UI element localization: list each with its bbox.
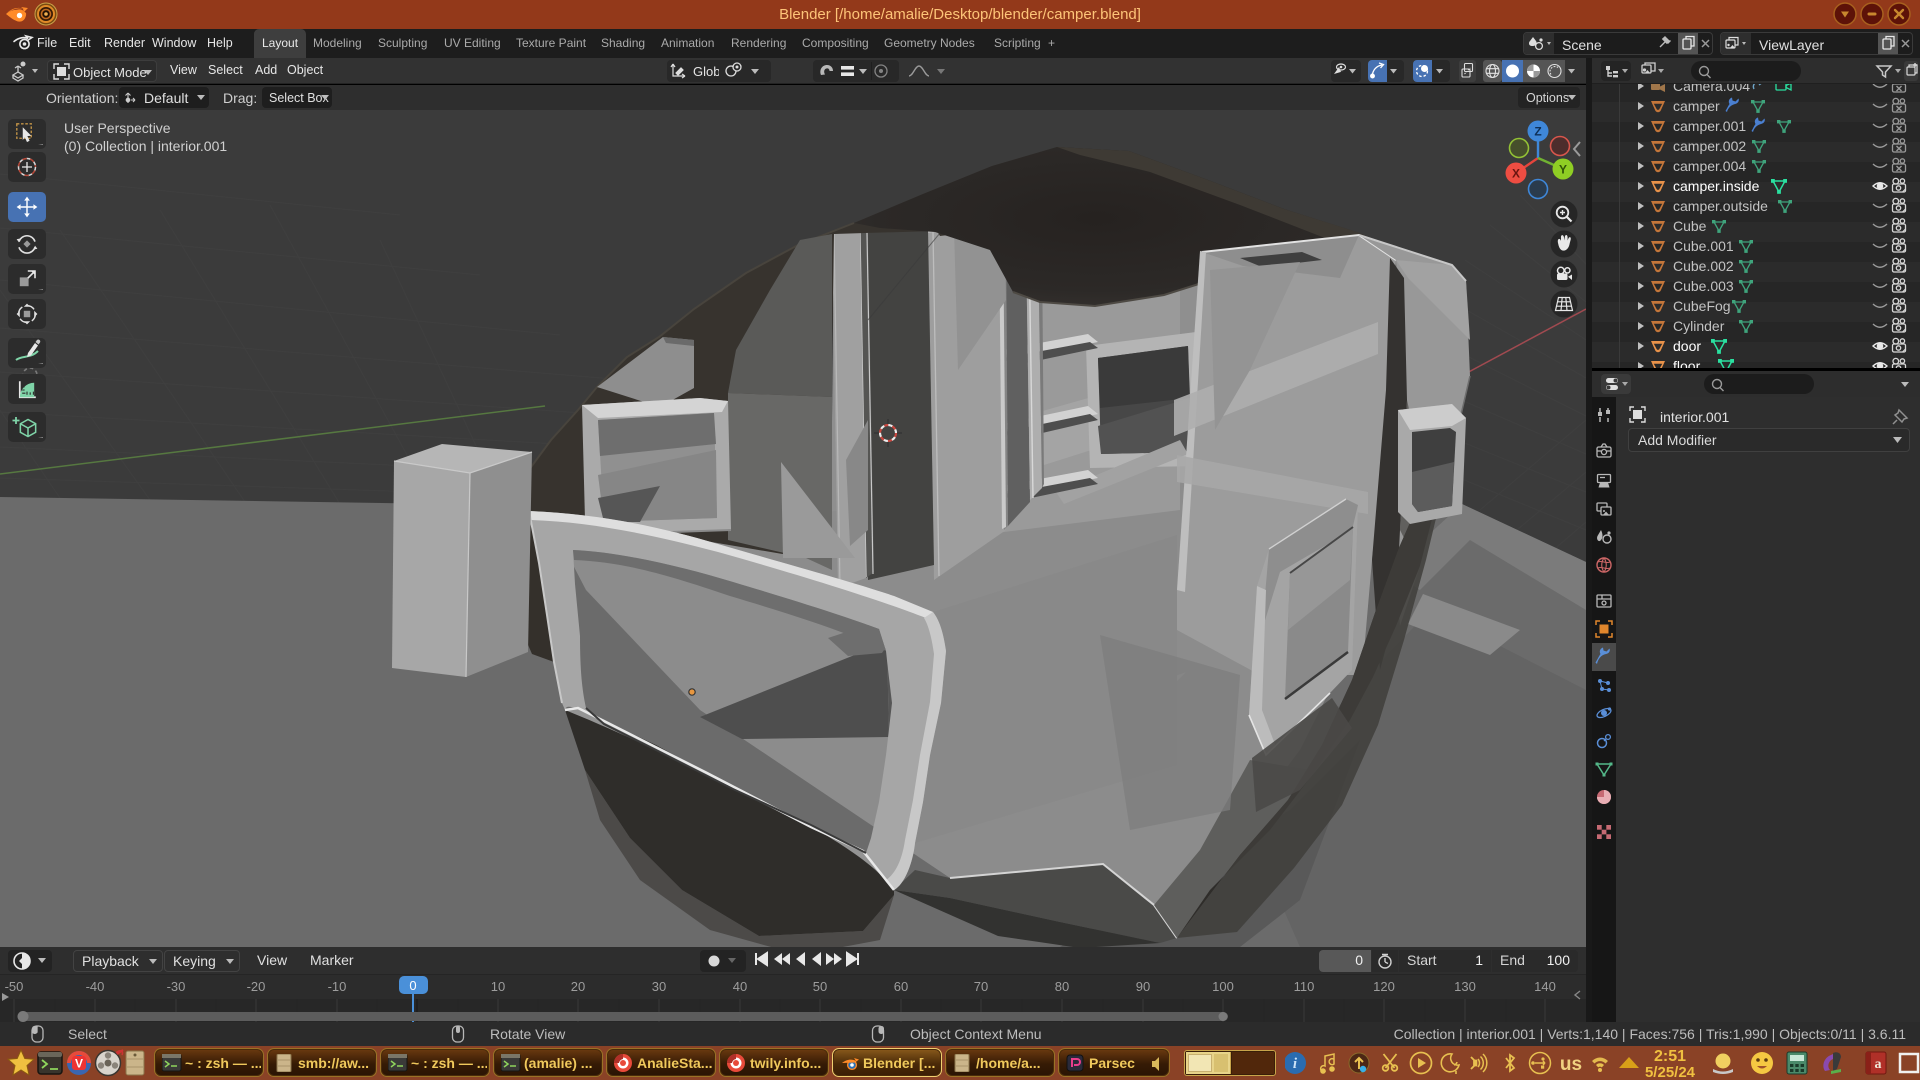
svg-text:us: us [1560,1054,1582,1075]
svg-text:Cube.002: Cube.002 [1673,258,1734,274]
svg-text:Rotate View: Rotate View [490,1026,566,1042]
svg-text:-10: -10 [328,979,347,994]
svg-text:90: 90 [1136,979,1150,994]
svg-text:70: 70 [974,979,988,994]
svg-text:CubeFog: CubeFog [1673,298,1731,314]
svg-text:60: 60 [894,979,908,994]
svg-text:-20: -20 [247,979,266,994]
svg-text:V: V [75,1057,83,1071]
svg-text:door: door [1673,338,1701,354]
svg-text:Camera.004: Camera.004 [1673,84,1750,94]
svg-text:camper.inside: camper.inside [1673,178,1760,194]
svg-text:120: 120 [1373,979,1395,994]
svg-text:Cube.003: Cube.003 [1673,278,1734,294]
svg-text:10: 10 [491,979,505,994]
svg-text:a: a [1875,1057,1882,1072]
svg-text:-50: -50 [5,979,24,994]
svg-text:5/25/24: 5/25/24 [1645,1064,1696,1080]
svg-text:140: 140 [1534,979,1556,994]
svg-text:Y: Y [1559,163,1567,177]
svg-text:50: 50 [813,979,827,994]
svg-text:110: 110 [1294,979,1315,994]
svg-text:Cylinder: Cylinder [1673,318,1725,334]
svg-text:camper.001: camper.001 [1673,118,1746,134]
svg-text:130: 130 [1454,979,1476,994]
svg-text:Cube.001: Cube.001 [1673,238,1734,254]
svg-text:40: 40 [733,979,747,994]
svg-text:Object Context Menu: Object Context Menu [910,1026,1042,1042]
svg-text:camper.outside: camper.outside [1673,198,1768,214]
svg-text:camper.002: camper.002 [1673,138,1746,154]
svg-text:100: 100 [1212,979,1234,994]
svg-text:Z: Z [1534,125,1541,139]
svg-text:X: X [1512,167,1520,181]
svg-text:Select: Select [68,1026,107,1042]
svg-text:0: 0 [409,978,416,993]
svg-text:floor: floor [1673,358,1701,368]
svg-text:80: 80 [1055,979,1069,994]
svg-text:-30: -30 [167,979,186,994]
svg-text:30: 30 [652,979,666,994]
svg-text:Cube: Cube [1673,218,1707,234]
svg-text:20: 20 [571,979,585,994]
svg-text:camper.004: camper.004 [1673,158,1746,174]
svg-text:2:51: 2:51 [1654,1048,1686,1065]
svg-text:-40: -40 [86,979,105,994]
svg-text:camper: camper [1673,98,1720,114]
